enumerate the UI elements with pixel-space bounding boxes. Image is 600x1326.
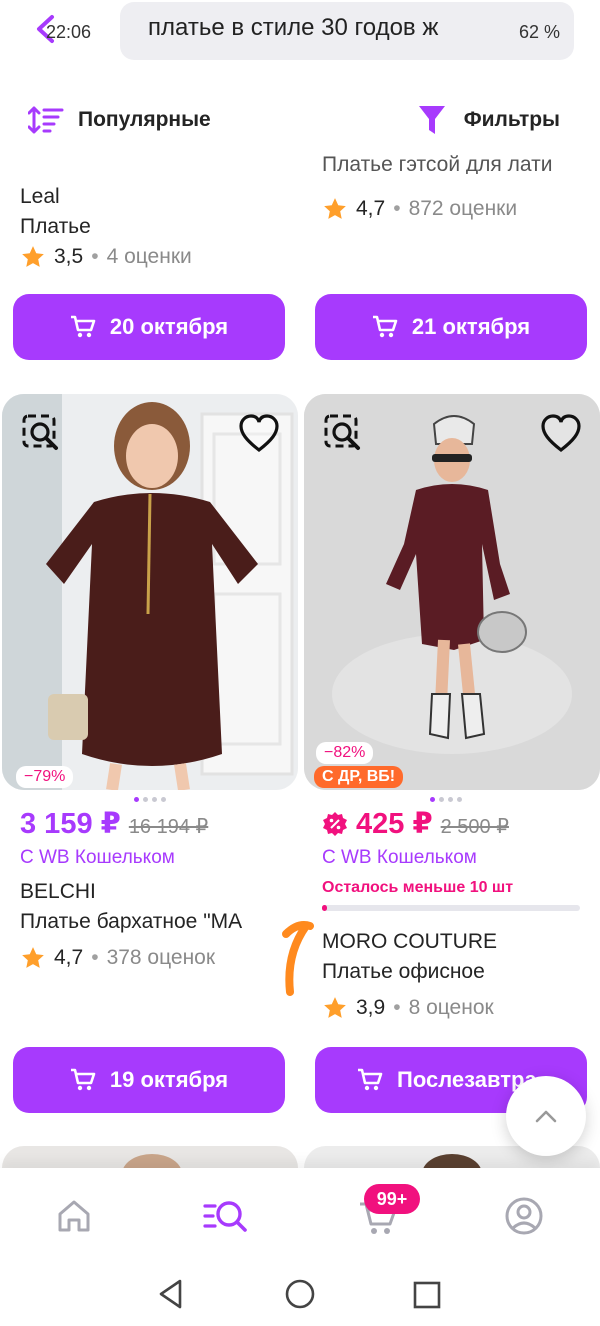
separator-dot: • — [393, 197, 401, 220]
product-brand: BELCHI — [20, 880, 96, 903]
sort-icon — [28, 106, 64, 134]
home-icon[interactable] — [52, 1194, 96, 1238]
star-icon — [22, 246, 44, 267]
review-count[interactable]: 4 оценки — [107, 242, 192, 272]
chevron-up-icon — [535, 1110, 557, 1123]
system-back-icon[interactable] — [156, 1278, 186, 1310]
product-rating: 4,7 • 378 оценок — [20, 943, 308, 973]
filter-button[interactable]: Фильтры — [418, 104, 560, 136]
favorite-heart-icon[interactable] — [238, 414, 280, 454]
scroll-to-top-button[interactable] — [506, 1076, 586, 1156]
delivery-date: 20 октября — [109, 314, 229, 339]
filter-label: Фильтры — [463, 108, 560, 131]
separator-dot: • — [91, 946, 99, 969]
product-brand: MORO COUTURE — [322, 930, 497, 953]
wallet-label: С WB Кошельком — [322, 847, 477, 868]
image-carousel-dots — [426, 797, 466, 802]
product-brand: Leal — [20, 185, 60, 208]
system-recents-icon[interactable] — [412, 1280, 442, 1310]
stock-progress-bar — [322, 905, 580, 911]
star-icon — [22, 947, 44, 968]
product-card[interactable]: Платье гэтсой для лати 4,7 • 872 оценки — [322, 153, 600, 224]
sort-button[interactable]: Популярные — [28, 104, 211, 136]
star-icon — [324, 198, 346, 219]
separator-dot: • — [393, 996, 401, 1019]
system-navigation-bar — [0, 1264, 600, 1326]
bottom-navigation: 99+ — [0, 1168, 600, 1264]
old-price: 2 500 ₽ — [440, 816, 509, 838]
stock-progress-fill — [322, 905, 328, 911]
status-time: 22:06 — [46, 22, 92, 42]
wallet-label: С WB Кошельком — [20, 847, 175, 868]
discount-badge: −82% — [316, 742, 374, 764]
separator-dot: • — [91, 245, 99, 268]
discount-badge: −79% — [16, 766, 74, 788]
rating-value: 4,7 — [54, 946, 84, 969]
favorite-heart-icon[interactable] — [540, 414, 582, 454]
product-info[interactable]: 3 159 ₽ 16 194 ₽ С WB Кошельком BELCHI П… — [20, 806, 308, 973]
cart-icon — [372, 315, 398, 338]
current-price: 425 ₽ — [356, 808, 433, 840]
product-rating: 4,7 • 872 оценки — [322, 194, 600, 224]
review-count[interactable]: 872 оценки — [409, 194, 518, 224]
product-title: Платье гэтсой для лати — [322, 153, 553, 174]
status-bar: 22:06 платье в стиле 30 годов ж 62 % — [0, 0, 600, 64]
stock-warning: Осталось меньше 10 шт — [322, 879, 514, 896]
product-title: Платье офисное — [322, 960, 485, 983]
battery-level: 62 % — [518, 22, 560, 42]
product-info[interactable]: 425 ₽ 2 500 ₽ С WB Кошельком Осталось ме… — [322, 806, 600, 1023]
price-row: 425 ₽ 2 500 ₽ — [322, 806, 600, 841]
product-title: Платье — [20, 215, 91, 238]
image-search-icon[interactable] — [324, 414, 364, 454]
delivery-date: 19 октября — [109, 1067, 229, 1092]
hand-drawn-mark — [282, 921, 314, 996]
product-card[interactable]: Leal Платье 3,5 • 4 оценки — [20, 182, 308, 272]
product-photo[interactable]: −79% — [2, 394, 298, 790]
catalog-search-icon[interactable] — [202, 1194, 248, 1238]
discount-percent-icon — [323, 811, 347, 836]
rating-value: 3,5 — [54, 245, 84, 268]
review-count[interactable]: 378 оценок — [107, 943, 216, 973]
funnel-icon — [418, 106, 445, 134]
image-carousel-dots — [130, 797, 170, 802]
cart-icon — [358, 1068, 383, 1091]
sort-label: Популярные — [78, 108, 211, 131]
review-count[interactable]: 8 оценок — [409, 993, 494, 1023]
price-row: 3 159 ₽ 16 194 ₽ — [20, 806, 308, 841]
add-to-cart-button[interactable]: 21 октября — [315, 294, 587, 360]
add-to-cart-button[interactable]: 19 октября — [13, 1047, 285, 1113]
cart-icon — [70, 315, 96, 338]
rating-value: 4,7 — [356, 197, 386, 220]
old-price: 16 194 ₽ — [128, 816, 209, 838]
cart-count-badge: 99+ — [364, 1184, 420, 1214]
rating-value: 3,9 — [356, 996, 386, 1019]
star-icon — [324, 997, 346, 1018]
delivery-date: 21 октября — [411, 314, 531, 339]
product-photo[interactable]: −82% С ДР, ВБ! — [304, 394, 600, 790]
image-search-icon[interactable] — [22, 414, 62, 454]
sort-filter-bar: Популярные Фильтры — [0, 84, 600, 156]
product-title: Платье бархатное "МА — [20, 910, 243, 933]
current-price: 3 159 ₽ — [20, 808, 121, 840]
product-rating: 3,9 • 8 оценок — [322, 993, 600, 1023]
search-query-text[interactable]: платье в стиле 30 годов ж — [148, 14, 438, 42]
add-to-cart-button[interactable]: 20 октября — [13, 294, 285, 360]
profile-icon[interactable] — [502, 1194, 546, 1238]
promo-badge: С ДР, ВБ! — [314, 766, 404, 788]
cart-icon — [70, 1068, 96, 1091]
product-rating: 3,5 • 4 оценки — [20, 242, 308, 272]
system-home-icon[interactable] — [284, 1278, 316, 1310]
